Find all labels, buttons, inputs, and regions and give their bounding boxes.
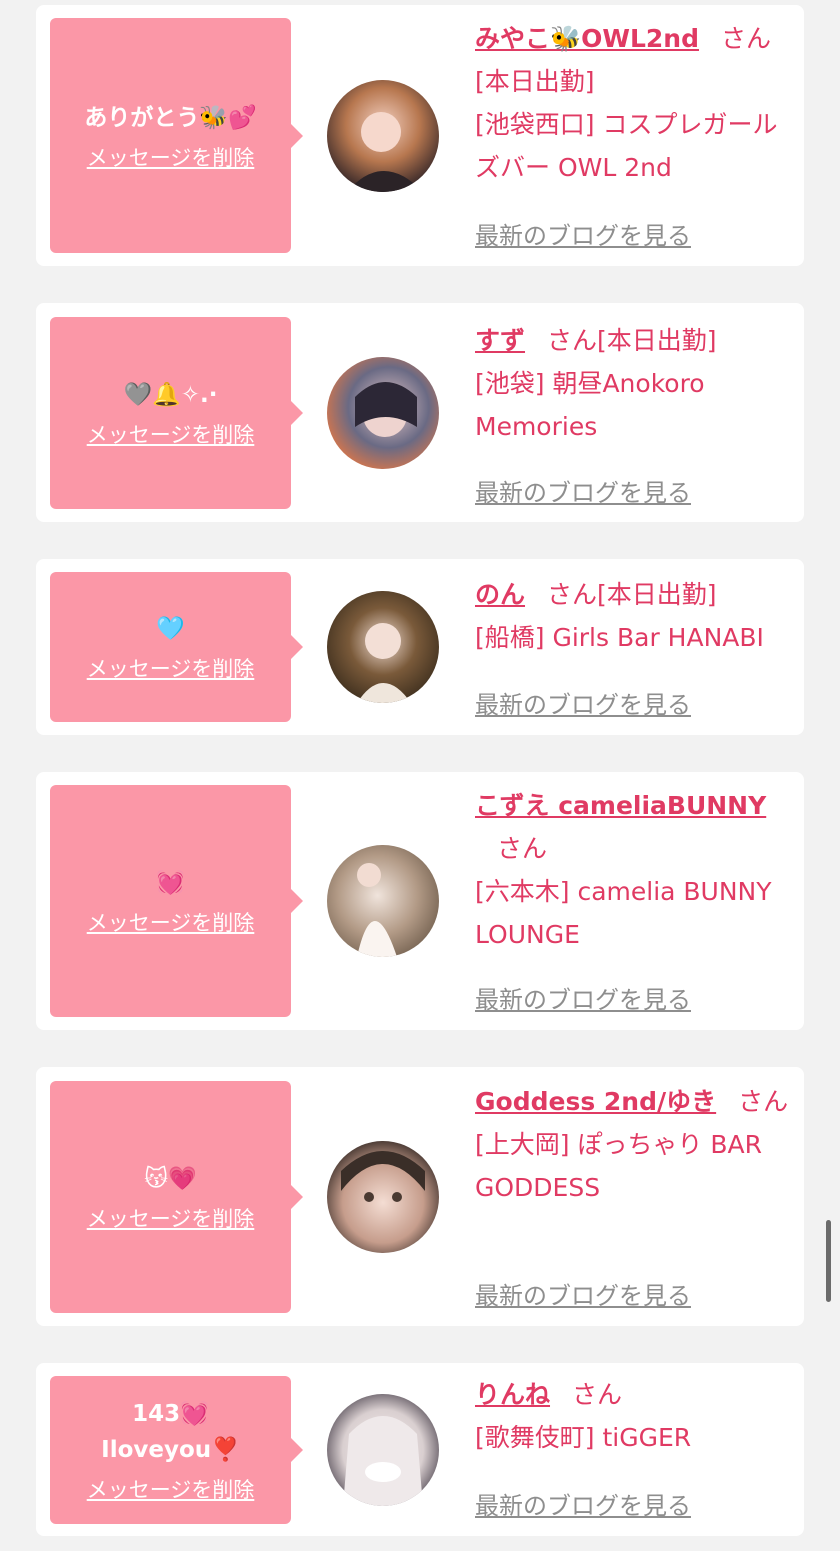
message-text: ありがとう🐝💕 bbox=[84, 104, 257, 131]
message-card: 143💓 Iloveyou❣️ メッセージを削除 りんね さん [歌舞伎町] ti… bbox=[36, 1363, 804, 1536]
honorific: さん bbox=[572, 1380, 623, 1409]
honorific: さん bbox=[497, 834, 548, 863]
delete-message-link[interactable]: メッセージを削除 bbox=[87, 653, 255, 683]
cast-name-link[interactable]: こずえ cameliaBUNNY bbox=[475, 791, 766, 820]
cast-info: りんね さん [歌舞伎町] tiGGER bbox=[475, 1373, 795, 1459]
shop-label: [上大岡] ぽっちゃり BAR GODDESS bbox=[475, 1130, 763, 1202]
shop-label: [池袋] 朝昼Anokoro Memories bbox=[475, 369, 705, 441]
status-label: [本日出勤] bbox=[475, 67, 595, 96]
cast-name-link[interactable]: のん bbox=[475, 580, 525, 609]
latest-blog-link[interactable]: 最新のブログを見る bbox=[475, 1276, 691, 1311]
latest-blog-link[interactable]: 最新のブログを見る bbox=[475, 216, 691, 251]
latest-blog-link[interactable]: 最新のブログを見る bbox=[475, 1486, 691, 1521]
shop-label: [池袋西口] コスプレガールズバー OWL 2nd bbox=[475, 110, 778, 182]
cast-info: みやこ🐝OWL2nd さん [本日出勤] [池袋西口] コスプレガールズバー OWL… bbox=[475, 17, 795, 189]
message-card: 🩶🔔✧.· メッセージを削除 すず さん[本日出勤] [池袋] 朝昼Anokoro… bbox=[36, 303, 804, 522]
message-card: 💓 メッセージを削除 こずえ cameliaBUNNY さん [六本木] came… bbox=[36, 772, 804, 1030]
latest-blog-link[interactable]: 最新のブログを見る bbox=[475, 980, 691, 1015]
shop-label: [船橋] Girls Bar HANABI bbox=[475, 623, 764, 652]
status-label: [本日出勤] bbox=[597, 326, 717, 355]
cast-name-link[interactable]: りんね bbox=[475, 1380, 550, 1409]
avatar[interactable] bbox=[327, 1141, 439, 1253]
delete-message-link[interactable]: メッセージを削除 bbox=[87, 1203, 255, 1233]
cast-info: こずえ cameliaBUNNY さん [六本木] camelia BUNNY L… bbox=[475, 784, 795, 956]
message-bubble: 😽💗 メッセージを削除 bbox=[50, 1081, 303, 1313]
message-card: 🩵 メッセージを削除 のん さん[本日出勤] [船橋] Girls Bar HAN… bbox=[36, 559, 804, 735]
honorific: さん bbox=[547, 326, 598, 355]
cast-info: Goddess 2nd/ゆき さん [上大岡] ぽっちゃり BAR GODDESS bbox=[475, 1080, 795, 1209]
shop-label: [六本木] camelia BUNNY LOUNGE bbox=[475, 877, 772, 949]
cast-info: すず さん[本日出勤] [池袋] 朝昼Anokoro Memories bbox=[475, 319, 795, 448]
message-text: 🩶🔔✧.· bbox=[123, 382, 218, 408]
message-text: 💓 bbox=[156, 870, 185, 896]
avatar[interactable] bbox=[327, 1394, 439, 1506]
cast-name-link[interactable]: Goddess 2nd/ゆき bbox=[475, 1087, 716, 1116]
delete-message-link[interactable]: メッセージを削除 bbox=[87, 419, 255, 449]
message-card: 😽💗 メッセージを削除 Goddess 2nd/ゆき さん [上大岡] ぽっちゃり… bbox=[36, 1067, 804, 1326]
message-bubble: ありがとう🐝💕 メッセージを削除 bbox=[50, 18, 303, 253]
status-label: [本日出勤] bbox=[597, 580, 717, 609]
delete-message-link[interactable]: メッセージを削除 bbox=[87, 907, 255, 937]
latest-blog-link[interactable]: 最新のブログを見る bbox=[475, 473, 691, 508]
avatar[interactable] bbox=[327, 357, 439, 469]
message-bubble: 🩵 メッセージを削除 bbox=[50, 572, 303, 722]
delete-message-link[interactable]: メッセージを削除 bbox=[87, 1474, 255, 1504]
message-bubble: 🩶🔔✧.· メッセージを削除 bbox=[50, 317, 303, 509]
message-bubble: 💓 メッセージを削除 bbox=[50, 785, 303, 1017]
delete-message-link[interactable]: メッセージを削除 bbox=[87, 142, 255, 172]
message-card: ありがとう🐝💕 メッセージを削除 みやこ🐝OWL2nd さん [本日出勤] [池袋西… bbox=[36, 5, 804, 266]
cast-name-link[interactable]: みやこ🐝OWL2nd bbox=[475, 24, 699, 53]
latest-blog-link[interactable]: 最新のブログを見る bbox=[475, 685, 691, 720]
message-text: 🩵 bbox=[156, 616, 185, 642]
avatar[interactable] bbox=[327, 845, 439, 957]
message-text: 143💓 Iloveyou❣️ bbox=[101, 1401, 240, 1463]
scrollbar[interactable] bbox=[826, 1220, 831, 1302]
message-text: 😽💗 bbox=[144, 1166, 197, 1192]
cast-info: のん さん[本日出勤] [船橋] Girls Bar HANABI bbox=[475, 573, 795, 659]
honorific: さん bbox=[720, 24, 771, 53]
avatar[interactable] bbox=[327, 591, 439, 703]
cast-name-link[interactable]: すず bbox=[475, 326, 525, 355]
message-bubble: 143💓 Iloveyou❣️ メッセージを削除 bbox=[50, 1376, 303, 1524]
shop-label: [歌舞伎町] tiGGER bbox=[475, 1423, 692, 1452]
honorific: さん bbox=[547, 580, 598, 609]
avatar[interactable] bbox=[327, 80, 439, 192]
honorific: さん bbox=[738, 1087, 789, 1116]
